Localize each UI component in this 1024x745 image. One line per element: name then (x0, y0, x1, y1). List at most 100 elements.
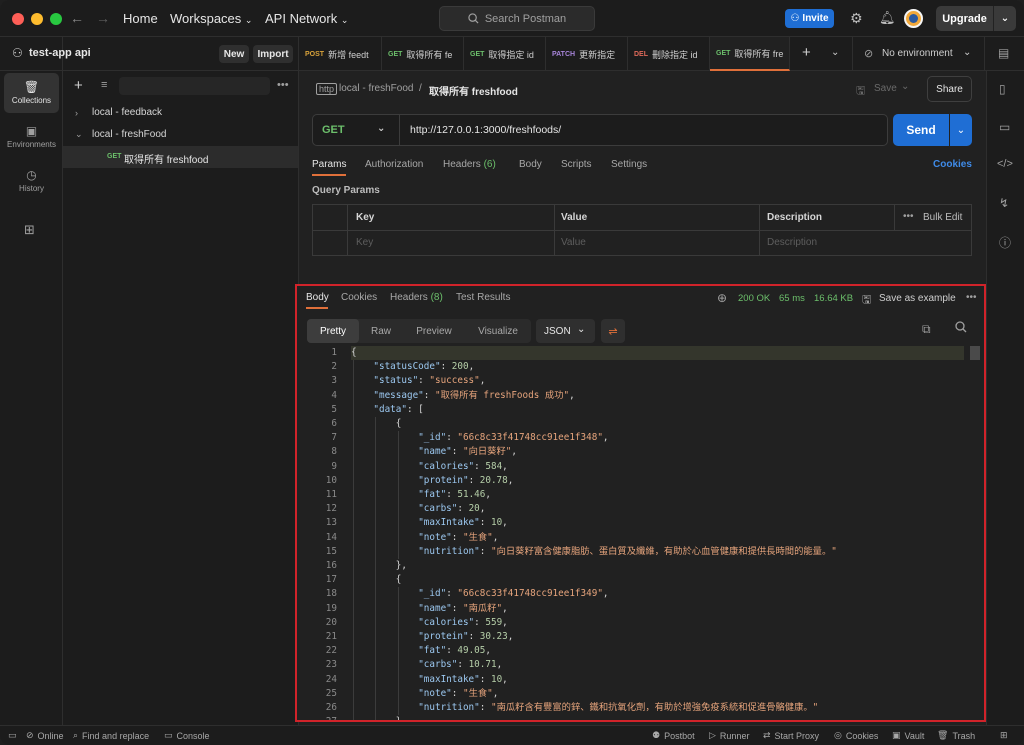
workspace-name[interactable]: test-app api (29, 47, 91, 59)
format-visualize[interactable]: Visualize (465, 319, 531, 343)
tab-settings[interactable]: Settings (611, 159, 647, 170)
tree-item-get-all-freshfood[interactable]: GET 取得所有 freshfood (63, 146, 298, 168)
new-tab-plus-icon[interactable]: + (802, 44, 811, 61)
globe-icon[interactable]: ⊕ (717, 291, 727, 305)
tab-get-all-feedback[interactable]: GET 取得所有 fe (382, 37, 464, 71)
environment-selector[interactable]: No environment (882, 48, 953, 59)
tab-post-feedback[interactable]: POST 新增 feedt (299, 37, 382, 71)
key-input[interactable]: Key (356, 237, 373, 248)
tree-item-feedback[interactable]: › local - feedback (75, 107, 162, 118)
description-input[interactable]: Description (767, 237, 817, 248)
search-icon[interactable] (955, 321, 967, 333)
find-replace-button[interactable]: ⌕ Find and replace (73, 730, 149, 741)
code-token: "note" (418, 687, 452, 699)
sidebar-toggle-icon[interactable]: ▭ (8, 730, 17, 741)
format-pretty[interactable]: Pretty (307, 319, 359, 343)
maximize-window-button[interactable] (50, 13, 62, 25)
nav-collections[interactable]: 🗑︎ Collections (4, 73, 59, 113)
response-body-code[interactable]: 1{2 "statusCode": 200, 3 "status": "success… (297, 346, 984, 720)
format-raw[interactable]: Raw (359, 319, 403, 343)
tab-delete[interactable]: DEL 刪除指定 id (628, 37, 710, 71)
console-button[interactable]: ▭ Console (164, 730, 210, 741)
send-button[interactable]: Send (893, 114, 949, 146)
tab-patch[interactable]: PATCH 更新指定 (546, 37, 628, 71)
add-apps-icon[interactable]: ⊞ (24, 222, 35, 238)
online-status[interactable]: ⊘ Online (26, 730, 64, 741)
indent-guide (375, 473, 377, 488)
response-tab-cookies[interactable]: Cookies (341, 292, 377, 303)
import-button[interactable]: Import (253, 45, 293, 63)
tree-item-freshfood[interactable]: ⌄ local - freshFood (75, 129, 166, 140)
more-options-icon[interactable]: ••• (966, 292, 977, 303)
response-tab-test-results[interactable]: Test Results (456, 292, 510, 303)
vault-button[interactable]: ▣ Vault (892, 730, 924, 741)
chevron-down-icon[interactable]: ⌄ (901, 81, 909, 92)
response-tab-body[interactable]: Body (306, 292, 329, 303)
gear-icon[interactable]: ⚙ (850, 10, 863, 27)
copy-icon[interactable]: ⧉ (922, 322, 931, 337)
invite-button[interactable]: ⚇ Invite (785, 9, 834, 28)
tab-get-by-id[interactable]: GET 取得指定 id (464, 37, 546, 71)
start-proxy-button[interactable]: ⇄ Start Proxy (763, 730, 819, 741)
request-title[interactable]: 取得所有 freshfood (429, 83, 518, 98)
minimize-window-button[interactable] (31, 13, 43, 25)
code-token: "note" (418, 531, 452, 543)
environment-quick-look-icon[interactable]: ▤ (998, 46, 1009, 60)
url-input[interactable]: http://127.0.0.1:3000/freshfoods/ (410, 124, 561, 136)
runner-button[interactable]: ▷ Runner (709, 730, 749, 741)
new-button[interactable]: New (219, 45, 249, 63)
tabs-chevron-down-icon[interactable]: ⌄ (831, 47, 839, 58)
chevron-down-icon[interactable]: ⌄ (994, 13, 1016, 24)
sidebar-search-input[interactable] (119, 77, 270, 95)
nav-environments[interactable]: ▣ Environments (4, 117, 59, 157)
more-options-icon[interactable]: ••• (277, 79, 289, 91)
tab-scripts[interactable]: Scripts (561, 159, 592, 170)
response-status[interactable]: 200 OK (738, 293, 770, 304)
tab-headers[interactable]: Headers (6) (443, 159, 496, 170)
breadcrumb-parent[interactable]: local - freshFood (339, 83, 413, 94)
filter-icon[interactable]: ≡ (101, 79, 107, 91)
info-icon[interactable]: ⓘ (999, 234, 1011, 251)
more-options-icon[interactable]: ••• (903, 211, 914, 222)
response-size[interactable]: 16.64 KB (814, 293, 853, 304)
grid-icon[interactable]: ⊞ (1000, 730, 1008, 741)
bulk-edit-button[interactable]: Bulk Edit (923, 212, 962, 223)
cookies-link[interactable]: Cookies (933, 159, 972, 170)
search-input[interactable]: Search Postman (439, 6, 595, 31)
save-as-example-button[interactable]: Save as example (879, 293, 956, 304)
status-bar: ▭ ⊘ Online ⌕ Find and replace ▭ Console ⚉ Po… (0, 725, 1024, 745)
tab-authorization[interactable]: Authorization (365, 159, 423, 170)
value-input[interactable]: Value (561, 237, 586, 248)
documentation-icon[interactable]: ▯ (999, 82, 1006, 96)
workspaces-menu[interactable]: Workspaces ⌄ (170, 11, 252, 26)
response-tab-headers[interactable]: Headers (8) (390, 292, 443, 303)
tab-params[interactable]: Params (312, 159, 346, 170)
forward-arrow-icon[interactable]: → (96, 10, 110, 26)
share-button[interactable]: Share (927, 76, 972, 102)
home-link[interactable]: Home (123, 11, 158, 26)
code-icon[interactable]: </> (997, 158, 1013, 170)
upgrade-button[interactable]: Upgrade ⌄ (936, 6, 1016, 31)
nav-history[interactable]: ◷ History (4, 161, 59, 201)
chevron-down-icon[interactable]: ⌄ (963, 47, 971, 58)
cookies-button[interactable]: ◎ Cookies (834, 730, 878, 741)
comments-icon[interactable]: ▭ (999, 120, 1010, 134)
tab-get-all-freshfood[interactable]: GET 取得所有 fre (710, 37, 790, 71)
language-select[interactable]: JSON ⌄ (536, 319, 595, 343)
close-window-button[interactable] (12, 13, 24, 25)
postbot-button[interactable]: ⚉ Postbot (652, 730, 695, 741)
plus-icon[interactable]: + (74, 77, 83, 94)
save-button[interactable]: Save (874, 83, 897, 94)
related-collections-icon[interactable]: ↯ (999, 196, 1009, 210)
avatar[interactable] (904, 9, 923, 28)
method-select[interactable]: GET ⌄ (313, 115, 400, 145)
api-network-menu[interactable]: API Network ⌄ (265, 11, 348, 26)
back-arrow-icon[interactable]: ← (70, 10, 84, 26)
response-time[interactable]: 65 ms (779, 293, 805, 304)
wrap-lines-button[interactable]: ⇌ (601, 319, 625, 343)
tab-body[interactable]: Body (519, 159, 542, 170)
format-preview[interactable]: Preview (403, 319, 465, 343)
trash-button[interactable]: 🗑︎ Trash (937, 730, 975, 741)
bell-icon[interactable]: 🔔︎ (879, 10, 896, 26)
send-options-chevron-icon[interactable]: ⌄ (950, 114, 972, 146)
